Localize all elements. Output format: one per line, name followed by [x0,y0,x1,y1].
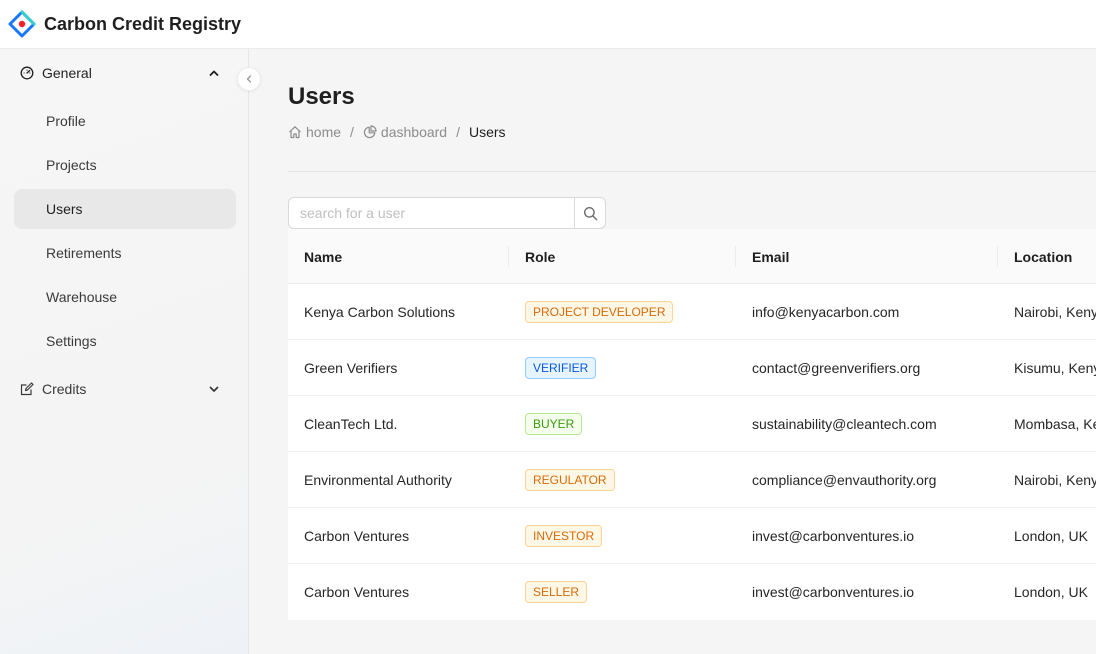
cell-role: SELLER [525,564,588,620]
role-tag: BUYER [525,413,583,435]
cell-email: contact@greenverifiers.org [752,360,921,376]
search-input[interactable] [288,197,574,229]
table-row[interactable]: Carbon Ventures SELLER invest@carbonvent… [288,564,1096,620]
app-header: Carbon Credit Registry [0,0,1096,49]
table-row[interactable]: Kenya Carbon Solutions PROJECT DEVELOPER… [288,284,1096,340]
pie-chart-icon [363,125,377,139]
cell-email: invest@carbonventures.io [752,584,915,600]
sidebar-item-profile[interactable]: Profile [14,101,236,141]
cell-name: Green Verifiers [304,360,398,376]
table-row[interactable]: Environmental Authority REGULATOR compli… [288,452,1096,508]
cell-name: Kenya Carbon Solutions [304,304,455,320]
column-header-email[interactable]: Email [752,229,789,284]
role-tag: REGULATOR [525,469,615,491]
dashboard-icon [20,66,34,80]
sidebar-group-label: Credits [42,381,87,397]
cell-location: Mombasa, Kenya [1014,416,1096,432]
cell-email: info@kenyacarbon.com [752,304,900,320]
home-icon [288,125,302,139]
breadcrumb-separator: / [456,124,460,140]
cell-email: compliance@envauthority.org [752,472,937,488]
role-tag: SELLER [525,581,588,603]
sidebar-item-settings[interactable]: Settings [14,321,236,361]
cell-location: London, UK [1014,584,1088,600]
cell-role: INVESTOR [525,508,603,564]
breadcrumb-current: Users [468,124,506,140]
cell-location: Nairobi, Kenya [1014,304,1096,320]
sidebar-item-retirements[interactable]: Retirements [14,233,236,273]
breadcrumb-separator: / [350,124,354,140]
role-tag: INVESTOR [525,525,603,547]
cell-role: REGULATOR [525,452,615,508]
column-header-name[interactable]: Name [304,229,342,284]
breadcrumb-label: dashboard [380,124,448,140]
column-header-role[interactable]: Role [525,229,555,284]
role-tag: VERIFIER [525,357,597,379]
chevron-up-icon [208,67,220,79]
cell-role: VERIFIER [525,340,597,396]
cell-email: invest@carbonventures.io [752,528,915,544]
breadcrumb-dashboard[interactable]: dashboard [363,124,447,140]
search-icon [583,206,598,221]
users-table: Name Role Email Location Kenya Carbon So… [288,229,1096,620]
breadcrumb-home[interactable]: home [288,124,341,140]
cell-name: Carbon Ventures [304,584,410,600]
cell-email: sustainability@cleantech.com [752,416,937,432]
cell-role: BUYER [525,396,583,452]
sidebar-group-general[interactable]: General [14,53,236,93]
divider [288,171,1096,172]
sidebar-collapse-button[interactable] [237,67,261,91]
cell-name: CleanTech Ltd. [304,416,398,432]
column-separator [997,246,998,267]
sidebar-item-users[interactable]: Users [14,189,236,229]
chevron-down-icon [208,383,220,395]
app-title: Carbon Credit Registry [44,13,242,34]
chevron-left-icon [244,74,254,84]
column-separator [735,246,736,267]
table-row[interactable]: Green Verifiers VERIFIER contact@greenve… [288,340,1096,396]
role-tag: PROJECT DEVELOPER [525,301,674,323]
table-row[interactable]: Carbon Ventures INVESTOR invest@carbonve… [288,508,1096,564]
table-row[interactable]: CleanTech Ltd. BUYER sustainability@clea… [288,396,1096,452]
sidebar-item-projects[interactable]: Projects [14,145,236,185]
edit-icon [20,382,34,396]
cell-role: PROJECT DEVELOPER [525,284,674,340]
cell-location: Kisumu, Kenya [1014,360,1096,376]
breadcrumb-label: home [306,124,342,140]
table-header: Name Role Email Location [288,229,1096,284]
cell-location: London, UK [1014,528,1088,544]
search-button[interactable] [574,197,606,229]
sidebar-item-warehouse[interactable]: Warehouse [14,277,236,317]
sidebar-group-credits[interactable]: Credits [14,369,236,409]
user-search [288,197,606,229]
page-title: Users [288,83,355,110]
column-separator [508,246,509,267]
breadcrumb: home / dashboard / Users [288,124,506,140]
sidebar-group-label: General [42,65,92,81]
column-header-location[interactable]: Location [1014,229,1072,284]
cell-name: Environmental Authority [304,472,452,488]
cell-location: Nairobi, Kenya [1014,472,1096,488]
app-logo-icon[interactable] [8,10,36,38]
cell-name: Carbon Ventures [304,528,410,544]
